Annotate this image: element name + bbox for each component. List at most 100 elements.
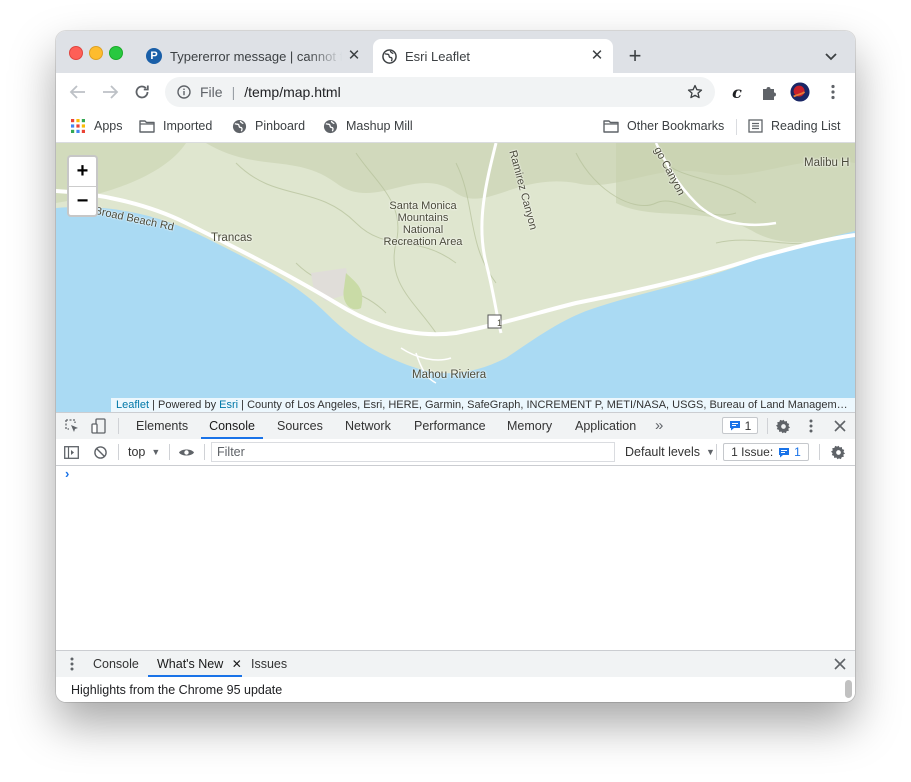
tab-console[interactable]: Console [201,413,263,439]
map-label-line: National [402,224,444,236]
bookmark-mashup-mill[interactable]: Mashup Mill [322,117,413,135]
show-sidebar-icon[interactable] [64,439,79,465]
tab-performance[interactable]: Performance [414,413,486,439]
clear-console-icon[interactable] [94,439,107,465]
message-icon [779,447,790,457]
map-label-line: Recreation Area [383,236,463,248]
tab-typererror[interactable]: P Typererror message | cannot find ✕ [138,39,370,73]
close-drawer-icon[interactable] [832,656,848,672]
bookmark-apps[interactable]: Apps [70,117,123,135]
esri-link[interactable]: Esri [219,399,238,411]
settings-gear-icon[interactable] [775,418,791,434]
address-bar[interactable]: File | /temp/map.html [165,77,715,107]
close-tab-icon[interactable]: ✕ [346,48,362,64]
tab-title: Esri Leaflet [405,48,471,64]
folder-icon [139,118,155,134]
issues-button-count: 1 [794,445,801,459]
close-tab-icon[interactable]: ✕ [589,48,605,64]
message-icon [729,421,740,431]
context-selector[interactable]: top ▼ [128,439,160,465]
whats-new-heading: Highlights from the Chrome 95 update [71,683,283,697]
map-label-trancas: Trancas [211,232,253,244]
close-window-button[interactable] [69,46,83,60]
issues-counter-button[interactable]: 1 [722,417,758,434]
tab-elements[interactable]: Elements [136,413,188,439]
bookmark-pinboard[interactable]: Pinboard [231,117,305,135]
bookmark-label: Imported [163,119,213,133]
bookmarks-divider [736,119,737,135]
bookmark-label: Mashup Mill [346,119,413,133]
dropdown-arrow-icon: ▼ [706,447,715,457]
issues-label: 1 Issue: [731,445,774,459]
more-tabs-button[interactable]: » [655,413,663,439]
drawer-tab-bar: Console What's New ✕ Issues [56,650,855,678]
zoom-control: + − [67,155,98,217]
attribution-sources: | County of Los Angeles, Esri, HERE, Gar… [238,399,855,411]
tab-application[interactable]: Application [575,413,636,439]
chevron-down-icon[interactable] [824,49,838,63]
devtools-menu-icon[interactable] [803,418,819,434]
info-icon[interactable] [177,85,191,99]
console-prompt[interactable]: › [65,466,69,481]
back-button[interactable] [67,81,89,103]
bookmark-star-icon[interactable] [687,84,703,100]
chrome-menu-icon[interactable] [823,82,843,102]
dropdown-arrow-icon: ▼ [151,447,161,457]
drawer-tab-console[interactable]: Console [93,651,139,677]
new-tab-button[interactable]: + [626,45,644,67]
toolbar-divider [819,444,820,460]
scrollbar-thumb[interactable] [845,680,852,698]
console-filter-input[interactable]: Filter [211,442,615,462]
device-toolbar-icon[interactable] [90,418,106,434]
map-label-route: 1 [496,318,502,328]
tab-memory[interactable]: Memory [507,413,552,439]
live-expression-eye-icon[interactable] [178,439,195,465]
toolbar-divider [169,444,170,460]
log-levels-dropdown[interactable]: Default levels ▼ [625,439,715,465]
zoom-window-button[interactable] [109,46,123,60]
toolbar-divider [204,444,205,460]
attribution-text: | Powered by [149,399,220,411]
forward-button[interactable] [99,81,121,103]
profile-avatar[interactable] [790,82,810,102]
globe-icon [381,48,397,64]
url-scheme: File [200,84,223,100]
reload-button[interactable] [131,81,153,103]
whats-new-panel: Highlights from the Chrome 95 update [56,677,855,702]
bookmark-label: Reading List [771,119,841,133]
drawer-tab-whats-new[interactable]: What's New ✕ [148,651,242,677]
drawer-menu-icon[interactable] [64,656,80,672]
minimize-window-button[interactable] [89,46,103,60]
leaflet-link[interactable]: Leaflet [116,399,149,411]
tab-network[interactable]: Network [345,413,391,439]
leaflet-map[interactable]: 1 Trancas Santa Monica Mountains Nationa… [56,143,855,412]
context-value: top [128,445,146,459]
issues-button[interactable]: 1 Issue: 1 [723,443,809,461]
toolbar-divider [716,444,717,460]
inspect-element-icon[interactable] [64,418,80,434]
log-levels-value: Default levels [625,445,701,459]
bookmark-other-bookmarks[interactable]: Other Bookmarks [603,117,724,135]
apps-grid-icon [70,118,86,134]
console-toolbar: top ▼ Filter Default levels ▼ 1 Issue: 1 [56,439,855,466]
url-text: /temp/map.html [244,84,341,100]
bookmark-imported[interactable]: Imported [139,117,212,135]
reload-icon [135,85,149,99]
drawer-tab-issues[interactable]: Issues [251,651,287,677]
zoom-in-button[interactable]: + [69,157,96,187]
tab-esri-leaflet[interactable]: Esri Leaflet ✕ [373,39,613,73]
puzzle-extensions-icon[interactable] [759,82,779,102]
pinboard-icon: P [146,48,162,64]
toolbar-divider [118,418,119,434]
close-tab-icon[interactable]: ✕ [232,657,242,671]
console-settings-gear-icon[interactable] [831,439,846,465]
tab-sources[interactable]: Sources [277,413,323,439]
extension-c-icon[interactable]: c [727,82,747,102]
folder-icon [603,118,619,134]
zoom-out-button[interactable]: − [69,187,96,216]
tab-strip: P Typererror message | cannot find ✕ Esr… [56,31,855,73]
map-label-line: Mountains [397,212,449,224]
close-devtools-icon[interactable] [832,418,848,434]
reading-list-icon [747,118,763,134]
bookmark-reading-list[interactable]: Reading List [747,117,841,135]
